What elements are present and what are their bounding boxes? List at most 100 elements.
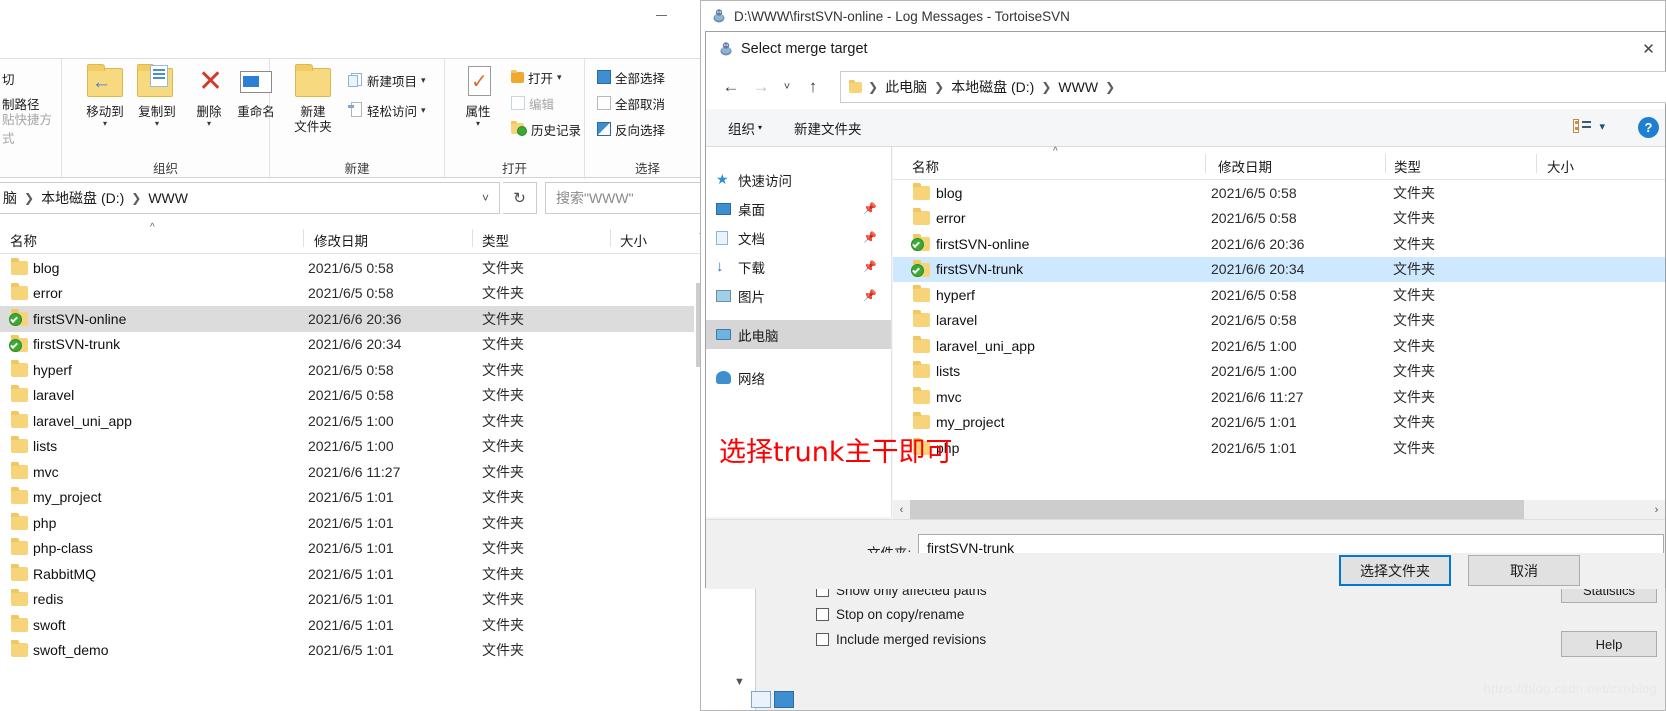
- table-row[interactable]: hyperf 2021/6/5 0:58 文件夹: [0, 357, 710, 383]
- dialog-breadcrumb-0[interactable]: 此电脑: [882, 77, 930, 97]
- table-row[interactable]: php 2021/6/5 1:01 文件夹: [0, 510, 710, 536]
- table-row[interactable]: firstSVN-trunk 2021/6/6 20:34 文件夹: [893, 256, 1665, 282]
- cancel-button[interactable]: 取消: [1468, 555, 1580, 586]
- explorer-breadcrumb-1[interactable]: 本地磁盘 (D:): [38, 188, 127, 208]
- table-row[interactable]: laravel 2021/6/5 0:58 文件夹: [0, 383, 710, 409]
- scrollbar-track[interactable]: [910, 500, 1648, 519]
- new-folder-button[interactable]: 新建文件夹: [794, 118, 862, 138]
- checkbox-box[interactable]: [816, 633, 829, 646]
- table-row[interactable]: firstSVN-online 2021/6/6 20:36 文件夹: [893, 231, 1665, 257]
- up-button[interactable]: ↑: [798, 72, 828, 102]
- table-row[interactable]: php-class 2021/6/5 1:01 文件夹: [0, 536, 710, 562]
- ribbon-easy-access-button[interactable]: 轻松访问 ▾: [348, 99, 426, 121]
- table-row[interactable]: my_project 2021/6/5 1:01 文件夹: [893, 410, 1665, 436]
- table-row[interactable]: lists 2021/6/5 1:00 文件夹: [0, 434, 710, 460]
- ribbon-select-all-button[interactable]: 全部选择: [597, 66, 665, 88]
- dialog-breadcrumb-2[interactable]: WWW: [1055, 79, 1101, 95]
- ribbon-new-folder-button[interactable]: 新建 文件夹: [282, 64, 344, 135]
- explorer-col-size[interactable]: 大小: [620, 230, 647, 250]
- table-row[interactable]: laravel_uni_app 2021/6/5 1:00 文件夹: [0, 408, 710, 434]
- table-row[interactable]: swoft 2021/6/5 1:01 文件夹: [0, 612, 710, 638]
- back-button[interactable]: ←: [716, 72, 746, 102]
- view-options-group[interactable]: ▾: [1573, 119, 1605, 133]
- organize-button[interactable]: 组织 ▾: [728, 118, 762, 138]
- ribbon-open-button[interactable]: 打开 ▾: [511, 66, 562, 88]
- chevron-down-icon[interactable]: ▾: [180, 120, 238, 128]
- explorer-search-input[interactable]: 搜索"WWW": [545, 182, 710, 214]
- table-row[interactable]: php 2021/6/5 1:01 文件夹: [893, 435, 1665, 461]
- chevron-down-icon[interactable]: ▾: [76, 120, 134, 128]
- ribbon-copy-to-button[interactable]: 复制到 ▾: [128, 64, 186, 128]
- ribbon-cut-button[interactable]: 切: [2, 67, 15, 89]
- ribbon-edit-button[interactable]: 编辑: [511, 92, 554, 114]
- table-row[interactable]: mvc 2021/6/6 11:27 文件夹: [893, 384, 1665, 410]
- table-row[interactable]: error 2021/6/5 0:58 文件夹: [893, 206, 1665, 232]
- sidebar-item-0[interactable]: ★ 快速访问: [706, 165, 891, 194]
- tortoisesvn-view-toggle-group[interactable]: [751, 691, 794, 708]
- table-row[interactable]: laravel_uni_app 2021/6/5 1:00 文件夹: [893, 333, 1665, 359]
- forward-button[interactable]: →: [746, 72, 776, 102]
- explorer-col-date[interactable]: 修改日期: [314, 230, 368, 250]
- pin-icon[interactable]: 📌: [863, 231, 877, 244]
- help-button[interactable]: Help: [1561, 631, 1657, 657]
- dialog-close-button[interactable]: ✕: [1626, 32, 1666, 65]
- table-row[interactable]: swoft_demo 2021/6/5 1:01 文件夹: [0, 638, 710, 664]
- dialog-col-date[interactable]: 修改日期: [1218, 156, 1272, 176]
- dialog-col-size[interactable]: 大小: [1547, 156, 1574, 176]
- ribbon-new-item-button[interactable]: 新建项目 ▾: [348, 69, 426, 91]
- dialog-col-type[interactable]: 类型: [1394, 156, 1421, 176]
- dialog-horizontal-scrollbar[interactable]: ‹ ›: [893, 500, 1665, 519]
- ribbon-properties-button[interactable]: ✓ 属性 ▾: [451, 65, 505, 128]
- table-row[interactable]: hyperf 2021/6/5 0:58 文件夹: [893, 282, 1665, 308]
- table-row[interactable]: firstSVN-trunk 2021/6/6 20:34 文件夹: [0, 332, 710, 358]
- checkbox-include-merged-revisions[interactable]: Include merged revisions: [816, 632, 986, 647]
- sidebar-item-3[interactable]: ↓ 下载 📌: [706, 252, 891, 281]
- detail-view-icon[interactable]: [774, 691, 794, 708]
- sidebar-item-1[interactable]: 桌面 📌: [706, 194, 891, 223]
- dialog-file-list[interactable]: blog 2021/6/5 0:58 文件夹 error 2021/6/5 0:58 文件…: [893, 180, 1665, 500]
- explorer-refresh-button[interactable]: ↻: [503, 182, 537, 214]
- scrollbar-thumb[interactable]: [910, 500, 1524, 519]
- checkbox-box[interactable]: [816, 608, 829, 621]
- ribbon-paste-shortcut-button[interactable]: 贴快捷方式: [2, 113, 61, 146]
- explorer-minimize-button[interactable]: [638, 0, 684, 30]
- tortoisesvn-scroll-down-icon[interactable]: ▼: [734, 676, 745, 688]
- table-row[interactable]: mvc 2021/6/6 11:27 文件夹: [0, 459, 710, 485]
- dialog-col-name[interactable]: 名称: [912, 156, 939, 176]
- sidebar-item-2[interactable]: 文档 📌: [706, 223, 891, 252]
- list-view-icon[interactable]: [751, 691, 771, 708]
- ribbon-select-none-button[interactable]: 全部取消: [597, 92, 665, 114]
- table-row[interactable]: redis 2021/6/5 1:01 文件夹: [0, 587, 710, 613]
- table-row[interactable]: blog 2021/6/5 0:58 文件夹: [893, 180, 1665, 206]
- ribbon-move-to-button[interactable]: ← 移动到 ▾: [76, 64, 134, 128]
- sidebar-item-5[interactable]: 此电脑: [706, 320, 891, 349]
- recent-locations-button[interactable]: ˅: [776, 72, 798, 102]
- explorer-breadcrumb-2[interactable]: WWW: [145, 190, 191, 206]
- explorer-col-name[interactable]: 名称: [10, 230, 37, 250]
- view-list-icon[interactable]: [1573, 119, 1592, 133]
- explorer-breadcrumb-0[interactable]: 脑: [0, 188, 20, 208]
- scroll-left-icon[interactable]: ‹: [893, 504, 910, 516]
- ribbon-invert-selection-button[interactable]: 反向选择: [597, 118, 665, 140]
- chevron-down-icon[interactable]: ▾: [128, 120, 186, 128]
- view-dropdown-caret-icon[interactable]: ▾: [1599, 120, 1605, 133]
- chevron-down-icon[interactable]: ▾: [451, 120, 505, 128]
- sidebar-item-4[interactable]: 图片 📌: [706, 281, 891, 310]
- table-row[interactable]: firstSVN-online 2021/6/6 20:36 文件夹: [0, 306, 710, 332]
- table-row[interactable]: laravel 2021/6/5 0:58 文件夹: [893, 308, 1665, 334]
- pin-icon[interactable]: 📌: [863, 289, 877, 302]
- explorer-address-bar[interactable]: 脑 ❯ 本地磁盘 (D:) ❯ WWW ˅: [0, 182, 500, 214]
- table-row[interactable]: lists 2021/6/5 1:00 文件夹: [893, 359, 1665, 385]
- pin-icon[interactable]: 📌: [863, 260, 877, 273]
- explorer-col-type[interactable]: 类型: [482, 230, 509, 250]
- table-row[interactable]: error 2021/6/5 0:58 文件夹: [0, 281, 710, 307]
- pin-icon[interactable]: 📌: [863, 202, 877, 215]
- scroll-right-icon[interactable]: ›: [1648, 504, 1665, 516]
- table-row[interactable]: blog 2021/6/5 0:58 文件夹: [0, 255, 710, 281]
- explorer-file-list[interactable]: blog 2021/6/5 0:58 文件夹 error 2021/6/5 0:58 文件…: [0, 255, 710, 711]
- select-folder-button[interactable]: 选择文件夹: [1339, 555, 1451, 586]
- address-dropdown-icon[interactable]: ˅: [482, 191, 489, 205]
- dialog-breadcrumb-1[interactable]: 本地磁盘 (D:): [948, 77, 1037, 97]
- dialog-address-bar[interactable]: ❯ 此电脑 ❯ 本地磁盘 (D:) ❯ WWW ❯ ˅: [840, 71, 1666, 103]
- checkbox-stop-on-copy-rename[interactable]: Stop on copy/rename: [816, 607, 964, 622]
